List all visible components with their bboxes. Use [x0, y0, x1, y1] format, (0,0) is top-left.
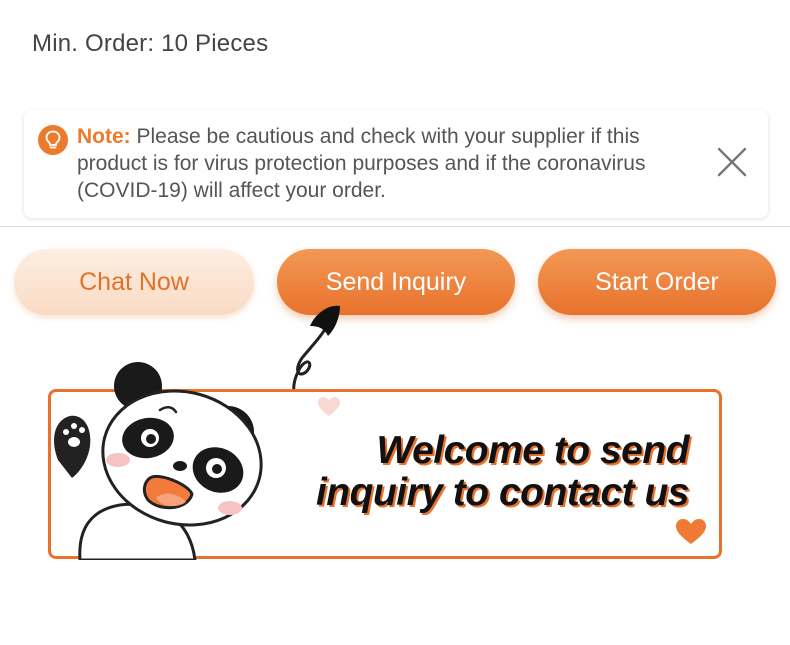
small-heart-icon: [318, 397, 340, 416]
banner-line-2: inquiry to contact us: [315, 471, 690, 514]
divider: [0, 226, 790, 227]
covid-note-card: Note: Please be cautious and check with …: [24, 110, 768, 218]
lightbulb-icon: [38, 125, 68, 155]
note-message: Please be cautious and check with your s…: [77, 125, 646, 202]
banner-message: Welcome to send inquiry to contact us: [315, 429, 690, 514]
note-text: Note: Please be cautious and check with …: [77, 123, 707, 204]
chat-now-button[interactable]: Chat Now: [14, 249, 254, 315]
product-page: Min. Order: 10 Pieces Note: Please be ca…: [0, 0, 790, 645]
banner-line-1: Welcome to send: [376, 429, 689, 472]
heart-icon: [676, 519, 706, 544]
min-order-text: Min. Order: 10 Pieces: [32, 30, 269, 57]
note-label: Note:: [77, 125, 131, 148]
close-icon[interactable]: [716, 146, 748, 178]
panda-mascot-icon: [54, 362, 263, 560]
start-order-button[interactable]: Start Order: [538, 249, 776, 315]
